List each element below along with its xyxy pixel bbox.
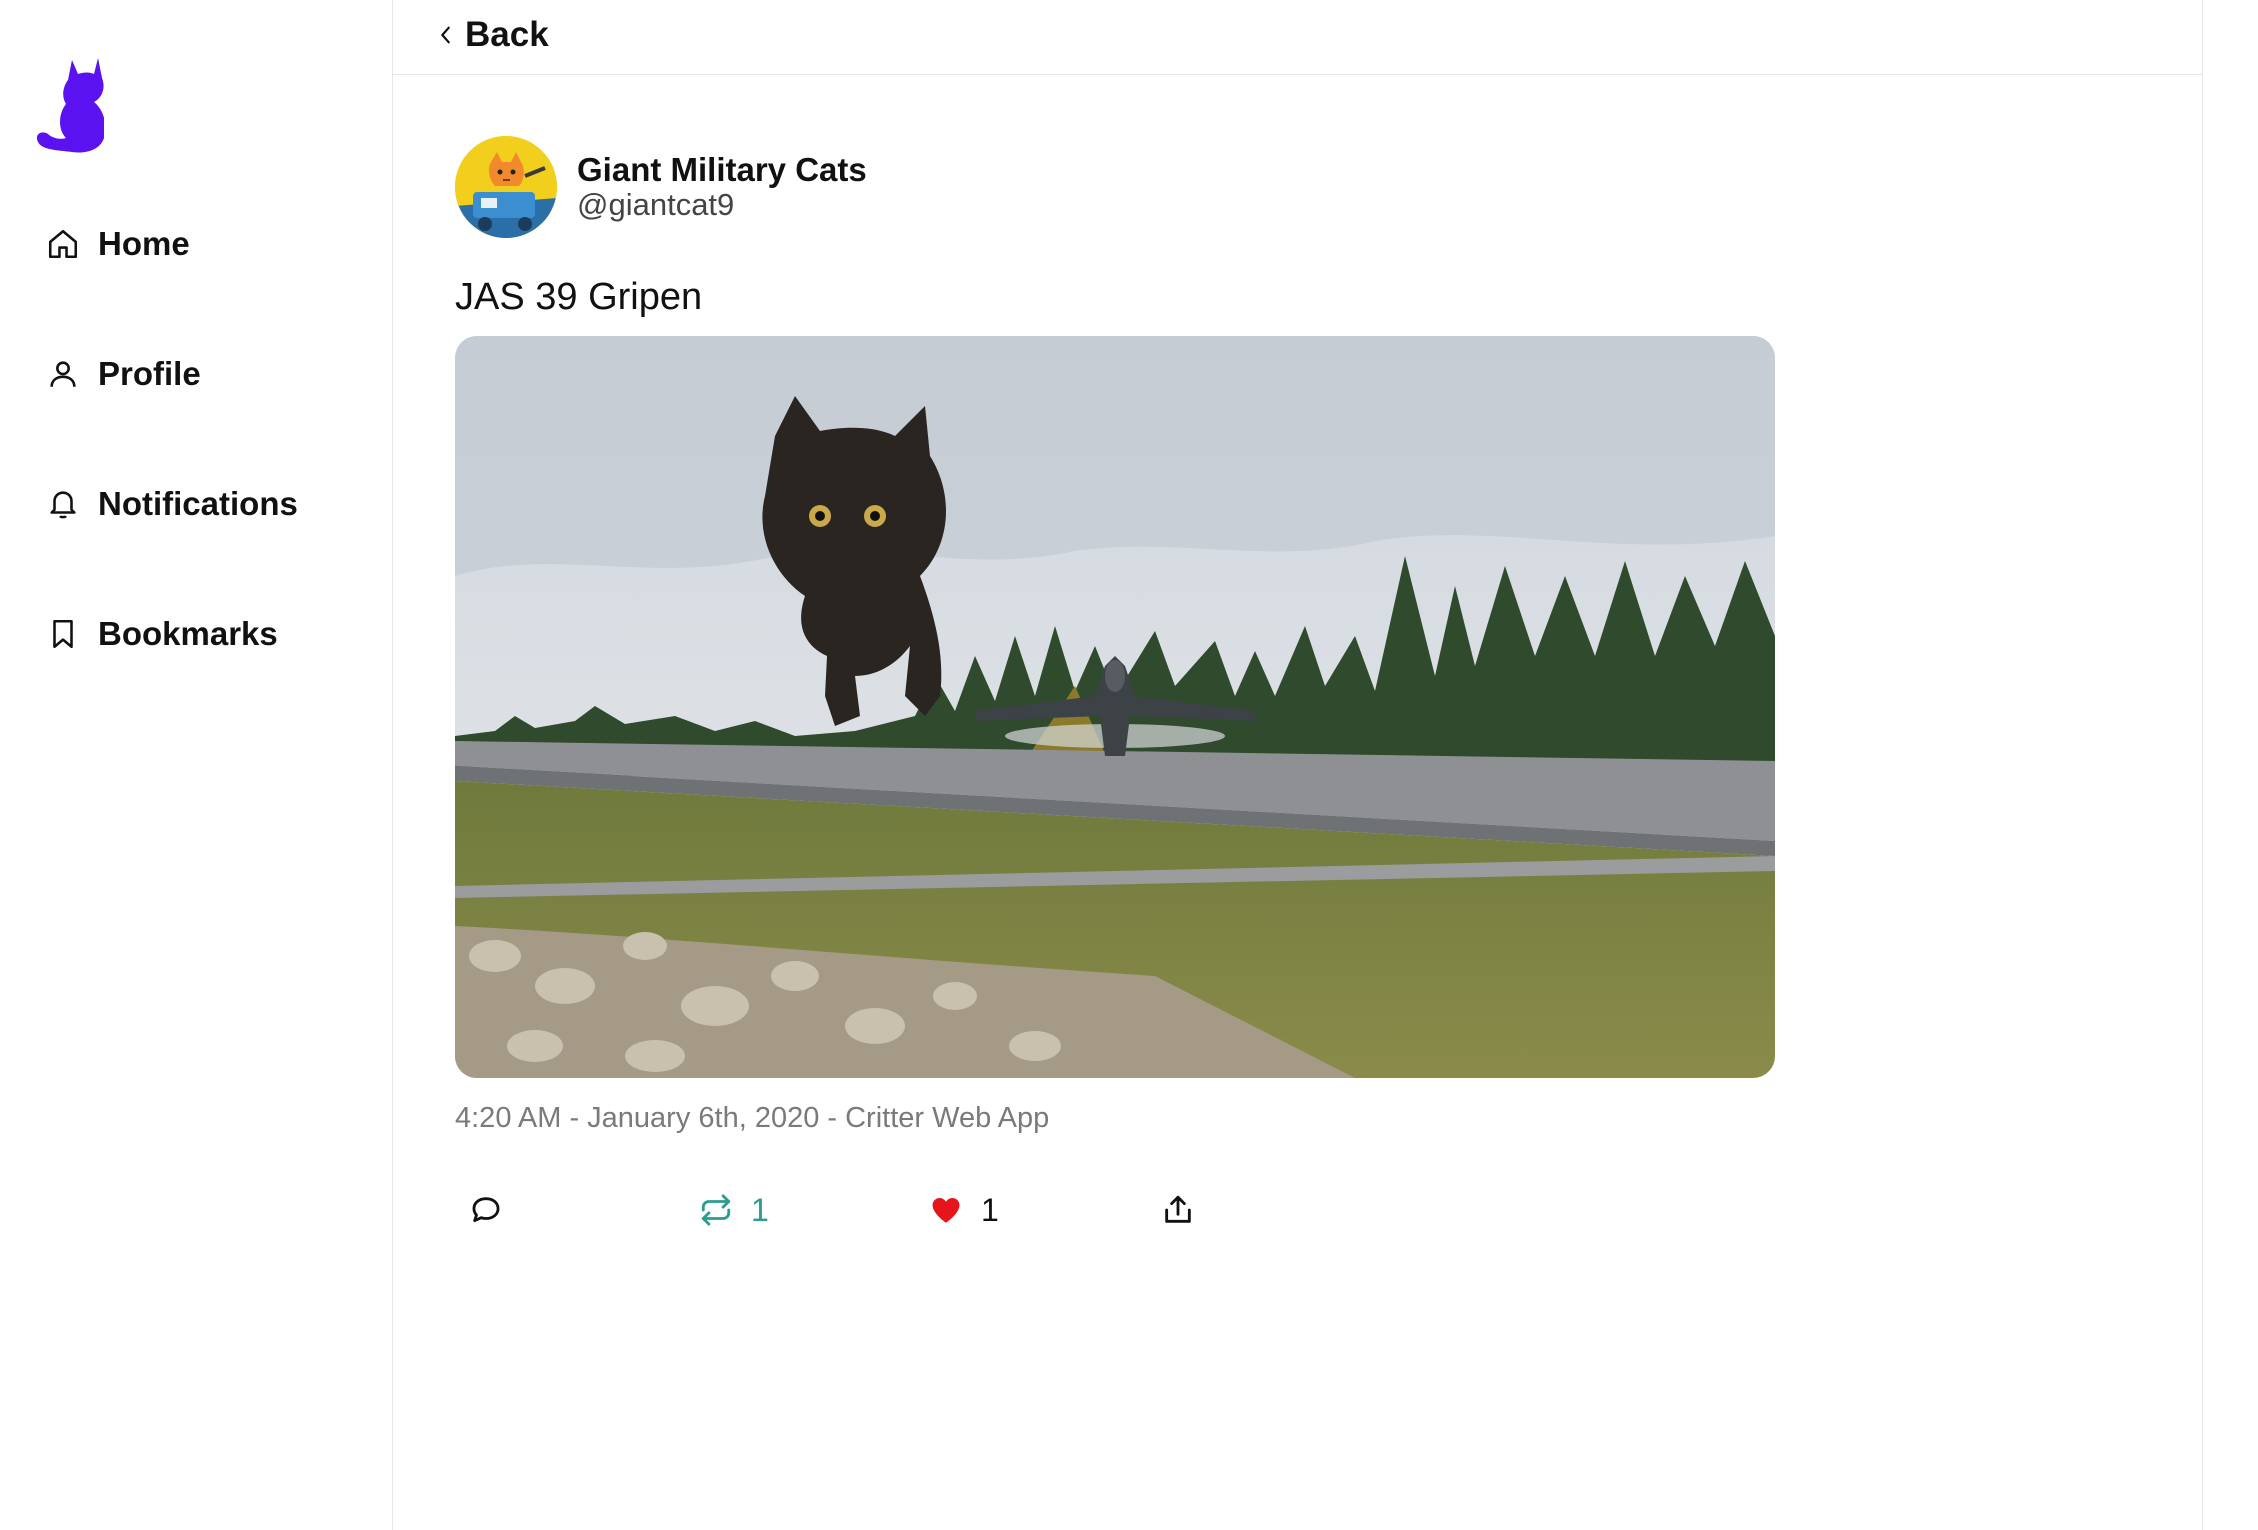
bell-icon bbox=[50, 491, 76, 519]
post-text: JAS 39 Gripen bbox=[455, 276, 703, 318]
sidebar-item-label: Home bbox=[98, 225, 190, 262]
repost-icon bbox=[701, 1194, 731, 1226]
sidebar-item-label: Profile bbox=[98, 355, 201, 392]
reply-button[interactable] bbox=[469, 1180, 503, 1240]
post-actions: 1 1 bbox=[455, 1180, 1355, 1240]
cat-logo-icon[interactable] bbox=[32, 54, 106, 154]
back-label: Back bbox=[465, 15, 549, 54]
sidebar-item-label: Bookmarks bbox=[98, 615, 278, 652]
author-handle[interactable]: @giantcat9 bbox=[577, 188, 867, 222]
sidebar-item-profile[interactable]: Profile bbox=[46, 344, 366, 404]
comment-icon bbox=[472, 1197, 500, 1223]
sidebar-item-label: Notifications bbox=[98, 485, 298, 522]
sidebar-item-home[interactable]: Home bbox=[46, 214, 366, 274]
post-meta: 4:20 AM - January 6th, 2020 - Critter We… bbox=[455, 1102, 1050, 1134]
user-icon bbox=[50, 361, 76, 387]
main-column: Back Giant Military Cats @giantcat9 JAS … bbox=[393, 0, 2203, 1530]
share-icon bbox=[1165, 1195, 1191, 1223]
chevron-left-icon bbox=[441, 26, 450, 44]
repost-count: 1 bbox=[751, 1191, 769, 1228]
sidebar-item-bookmarks[interactable]: Bookmarks bbox=[46, 604, 366, 664]
back-button[interactable]: Back bbox=[435, 10, 549, 60]
home-icon bbox=[48, 229, 78, 259]
top-bar: Back bbox=[393, 0, 2202, 75]
post-author[interactable]: Giant Military Cats @giantcat9 bbox=[455, 136, 1775, 238]
like-button[interactable]: 1 bbox=[929, 1180, 999, 1240]
bookmark-icon bbox=[53, 619, 73, 649]
post-image[interactable] bbox=[455, 336, 1775, 1078]
heart-icon bbox=[932, 1197, 960, 1223]
sidebar: Home Profile Notifications Bookmarks bbox=[0, 0, 393, 1530]
avatar[interactable] bbox=[455, 136, 557, 238]
repost-button[interactable]: 1 bbox=[699, 1180, 769, 1240]
share-button[interactable] bbox=[1161, 1180, 1195, 1240]
like-count: 1 bbox=[981, 1191, 999, 1228]
author-name[interactable]: Giant Military Cats bbox=[577, 152, 867, 188]
sidebar-item-notifications[interactable]: Notifications bbox=[46, 474, 366, 534]
post: Giant Military Cats @giantcat9 JAS 39 Gr… bbox=[455, 136, 1775, 1228]
